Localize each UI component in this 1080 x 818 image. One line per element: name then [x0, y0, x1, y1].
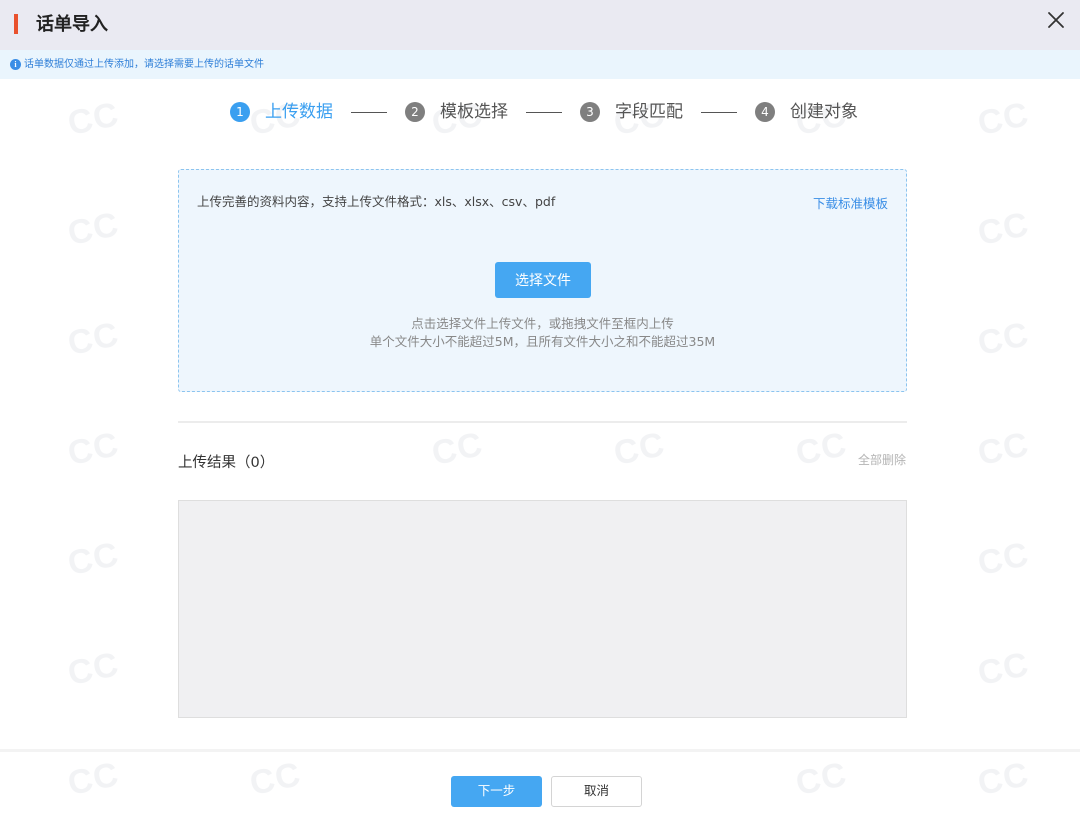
- watermark-text: CC: [64, 315, 123, 363]
- section-divider: [178, 421, 907, 423]
- close-icon[interactable]: [1044, 8, 1068, 32]
- choose-file-button[interactable]: 选择文件: [495, 262, 591, 298]
- watermark-text: CC: [64, 205, 123, 253]
- step-label: 字段匹配: [615, 102, 683, 122]
- dialog-header: 话单导入: [0, 0, 1080, 50]
- step-indicator: 1 上传数据 2 模板选择 3 字段匹配 4 创建对象: [230, 100, 858, 124]
- watermark-text: CC: [64, 535, 123, 583]
- upload-size-limit: 单个文件大小不能超过5M，且所有文件大小之和不能超过35M: [369, 334, 716, 349]
- step-upload-data: 1 上传数据: [230, 100, 333, 124]
- step-connector: [701, 111, 737, 113]
- watermark-text: CC: [64, 755, 123, 803]
- step-label: 上传数据: [265, 102, 333, 122]
- upload-dropzone[interactable]: 上传完善的资料内容，支持上传文件格式：xls、xlsx、csv、pdf 下载标准…: [178, 169, 907, 392]
- watermark-text: CC: [974, 425, 1033, 473]
- step-create-object: 4 创建对象: [755, 100, 858, 124]
- step-template-select: 2 模板选择: [405, 100, 508, 124]
- info-banner-text: 话单数据仅通过上传添加，请选择需要上传的话单文件: [24, 59, 264, 70]
- watermark-text: CC: [974, 315, 1033, 363]
- upload-hint: 点击选择文件上传文件，或拖拽文件至框内上传: [411, 316, 674, 331]
- dialog-title: 话单导入: [36, 14, 108, 35]
- watermark-text: CC: [246, 755, 305, 803]
- info-banner: i 话单数据仅通过上传添加，请选择需要上传的话单文件: [0, 50, 1080, 79]
- watermark-text: CC: [974, 205, 1033, 253]
- delete-all-link[interactable]: 全部删除: [858, 452, 906, 468]
- step-number: 3: [580, 102, 600, 122]
- footer-divider: [0, 749, 1080, 752]
- watermark-text: CC: [64, 95, 123, 143]
- cancel-button[interactable]: 取消: [551, 776, 642, 807]
- download-template-link[interactable]: 下载标准模板: [813, 196, 888, 212]
- info-icon: i: [10, 59, 21, 70]
- step-number: 1: [230, 102, 250, 122]
- watermark-text: CC: [792, 425, 851, 473]
- next-step-button[interactable]: 下一步: [451, 776, 542, 807]
- upload-description: 上传完善的资料内容，支持上传文件格式：xls、xlsx、csv、pdf: [197, 194, 556, 209]
- watermark-text: CC: [792, 755, 851, 803]
- step-connector: [351, 111, 387, 113]
- step-label: 模板选择: [440, 102, 508, 122]
- watermark-text: CC: [974, 645, 1033, 693]
- watermark-text: CC: [974, 535, 1033, 583]
- title-accent-bar: [14, 14, 18, 34]
- upload-results-title: 上传结果（0）: [178, 455, 275, 471]
- upload-results-list: [178, 500, 907, 718]
- watermark-text: CC: [64, 425, 123, 473]
- watermark-text: CC: [974, 95, 1033, 143]
- watermark-text: CC: [428, 425, 487, 473]
- step-number: 4: [755, 102, 775, 122]
- step-label: 创建对象: [790, 102, 858, 122]
- watermark-text: CC: [610, 425, 669, 473]
- watermark-text: CC: [64, 645, 123, 693]
- step-number: 2: [405, 102, 425, 122]
- step-field-mapping: 3 字段匹配: [580, 100, 683, 124]
- watermark-text: CC: [974, 755, 1033, 803]
- step-connector: [526, 111, 562, 113]
